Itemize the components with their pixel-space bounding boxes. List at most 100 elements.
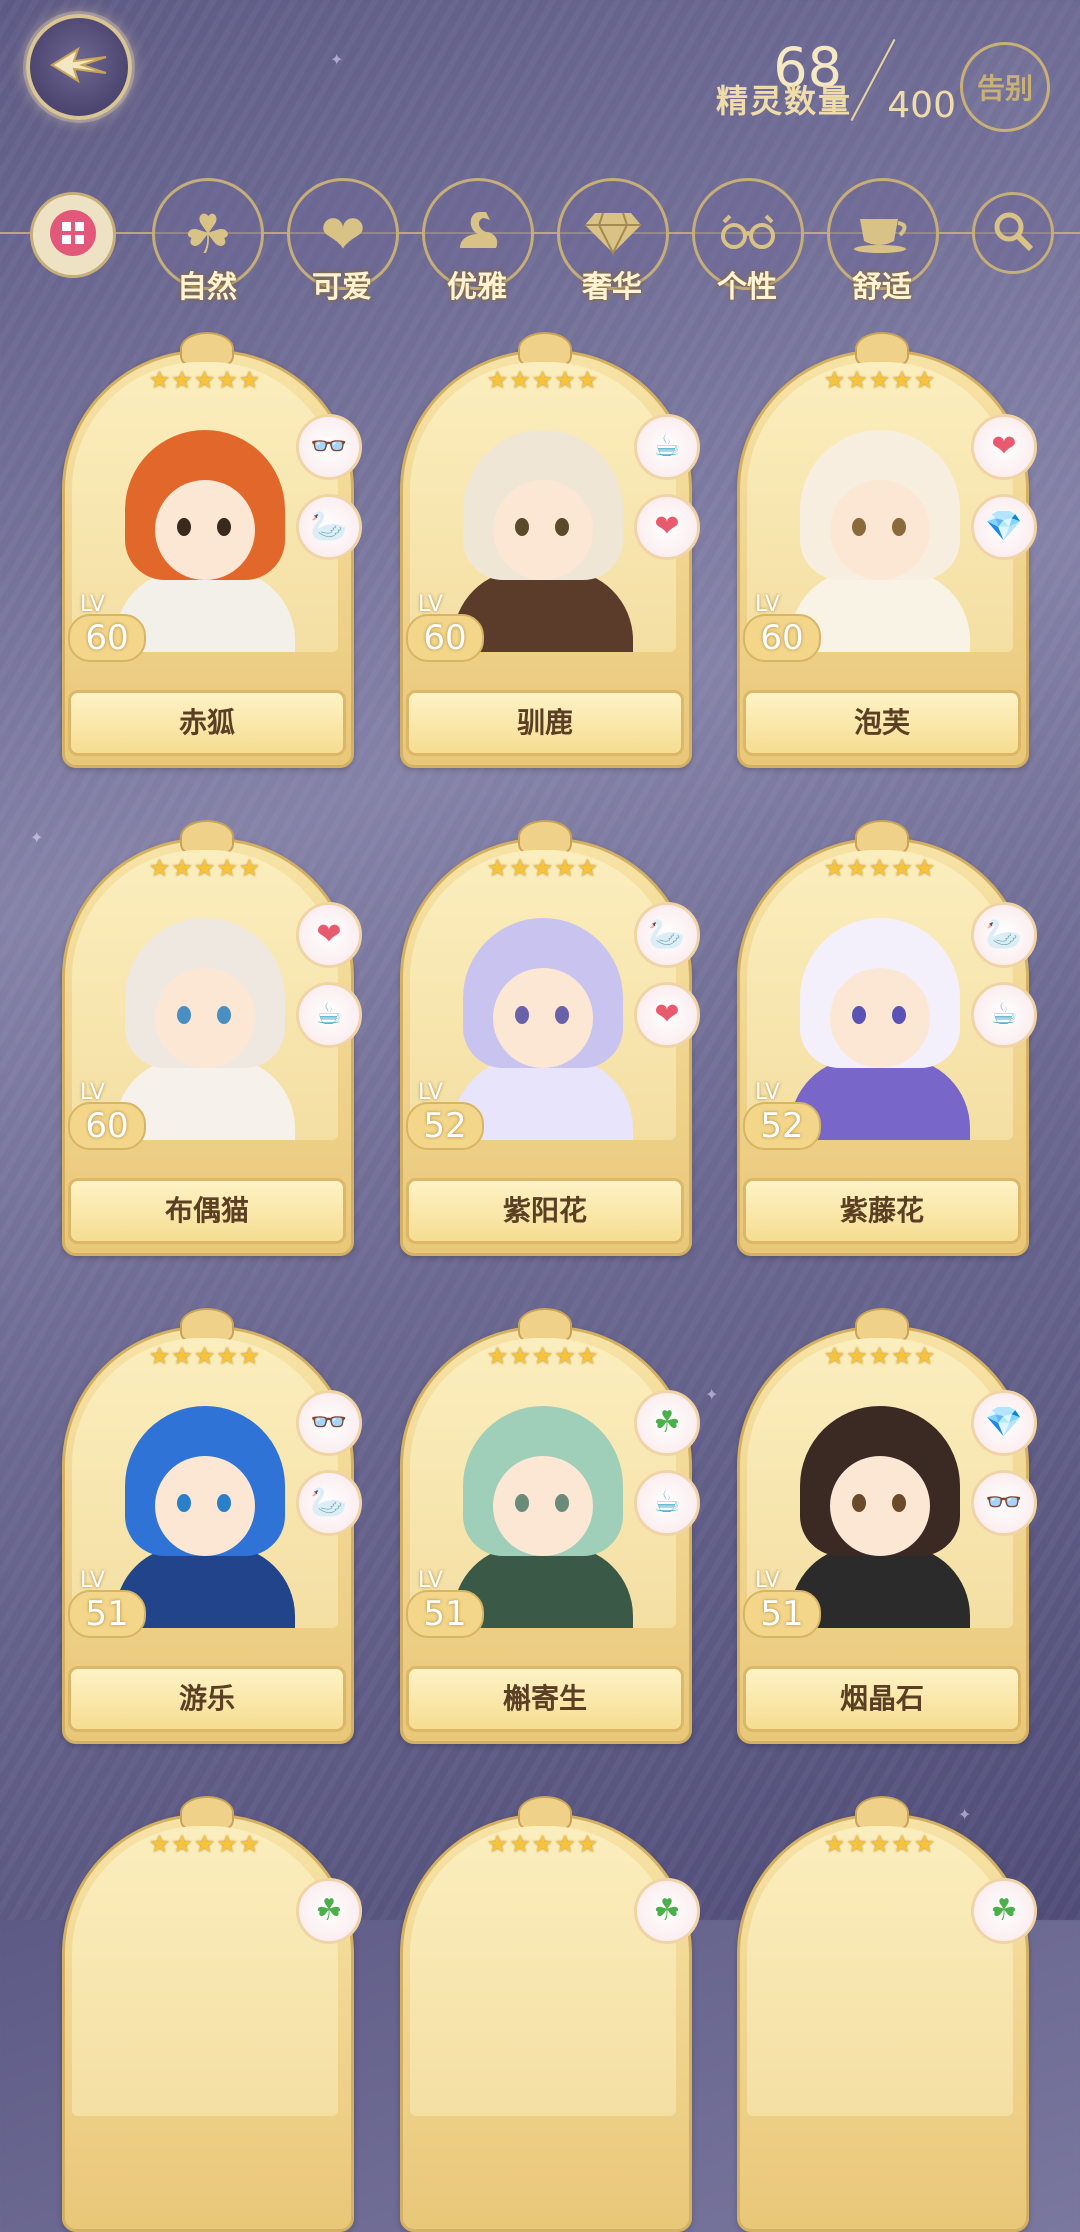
trait-badges: ☘ bbox=[296, 1878, 362, 1958]
character-face bbox=[830, 480, 930, 580]
farewell-label: 告别 bbox=[976, 72, 1033, 105]
spirit-card[interactable]: ★★★★★ ☕ ❤ LV 60 驯鹿 bbox=[400, 332, 700, 768]
character-face bbox=[493, 480, 593, 580]
star-rating: ★★★★★ bbox=[823, 1342, 937, 1370]
filter-nature-button[interactable]: ☘ 自然 bbox=[152, 178, 264, 305]
filter-comfort-button[interactable]: 舒适 bbox=[827, 178, 939, 305]
card-crest bbox=[518, 1308, 572, 1342]
level-value: 51 bbox=[68, 1590, 146, 1638]
clover-icon: ☘ bbox=[296, 1878, 362, 1944]
glasses-icon: 👓 bbox=[296, 414, 362, 480]
spirit-card[interactable]: ★★★★★ ☘ bbox=[737, 1796, 1037, 2232]
character-illustration bbox=[443, 1386, 643, 1628]
back-arrow-icon bbox=[48, 45, 110, 89]
spirit-card[interactable]: ★★★★★ ☘ bbox=[400, 1796, 700, 2232]
spirit-card[interactable]: ★★★★★ ☘ ☕ LV 51 槲寄生 bbox=[400, 1308, 700, 1744]
sparkle-decoration: ✦ bbox=[705, 1385, 719, 1404]
level-value: 60 bbox=[68, 614, 146, 662]
character-eye bbox=[515, 518, 529, 536]
spirit-card[interactable]: ★★★★★ ❤ ☕ LV 60 布偶猫 bbox=[62, 820, 362, 1256]
back-button[interactable] bbox=[26, 14, 132, 120]
star-rating: ★★★★★ bbox=[148, 854, 262, 882]
spirit-card[interactable]: ★★★★★ 👓 🦢 LV 60 赤狐 bbox=[62, 332, 362, 768]
filter-all-button[interactable] bbox=[18, 178, 128, 288]
filter-label: 舒适 bbox=[852, 270, 912, 305]
clover-icon: ☘ bbox=[634, 1390, 700, 1456]
spirit-portrait bbox=[72, 1826, 338, 2116]
trait-badges: ❤ 💎 bbox=[971, 414, 1037, 574]
star-rating: ★★★★★ bbox=[823, 1830, 937, 1858]
filter-label: 优雅 bbox=[447, 270, 507, 305]
level-value: 60 bbox=[68, 1102, 146, 1150]
character-face bbox=[155, 968, 255, 1068]
character-eye bbox=[555, 518, 569, 536]
character-eye bbox=[177, 1494, 191, 1512]
swan-icon: 🦢 bbox=[634, 902, 700, 968]
spirit-name: 布偶猫 bbox=[68, 1178, 346, 1244]
trait-badges: ☕ ❤ bbox=[634, 414, 700, 574]
filter-cute-button[interactable]: ❤ 可爱 bbox=[287, 178, 399, 305]
farewell-button[interactable]: 告别 bbox=[960, 42, 1050, 132]
character-eye bbox=[555, 1494, 569, 1512]
teacup-icon: ☕ bbox=[971, 982, 1037, 1048]
level-value: 51 bbox=[743, 1590, 821, 1638]
sparkle-decoration: ✦ bbox=[330, 50, 344, 69]
filter-label: 可爱 bbox=[312, 270, 372, 305]
heart-icon: ❤ bbox=[971, 414, 1037, 480]
character-illustration bbox=[780, 898, 980, 1140]
trait-badges: 🦢 ☕ bbox=[971, 902, 1037, 1062]
character-eye bbox=[217, 1494, 231, 1512]
glasses-icon bbox=[718, 212, 778, 256]
search-icon bbox=[991, 209, 1035, 257]
star-rating: ★★★★★ bbox=[148, 1342, 262, 1370]
swan-icon: 🦢 bbox=[971, 902, 1037, 968]
teacup-icon: ☕ bbox=[634, 1470, 700, 1536]
spirit-card[interactable]: ★★★★★ 💎 👓 LV 51 烟晶石 bbox=[737, 1308, 1037, 1744]
character-eye bbox=[177, 518, 191, 536]
spirit-card[interactable]: ★★★★★ ❤ 💎 LV 60 泡芙 bbox=[737, 332, 1037, 768]
diamond-icon: 💎 bbox=[971, 494, 1037, 560]
character-eye bbox=[515, 1006, 529, 1024]
trait-badges: 👓 🦢 bbox=[296, 414, 362, 574]
card-crest bbox=[518, 1796, 572, 1830]
star-rating: ★★★★★ bbox=[148, 1830, 262, 1858]
spirit-name: 驯鹿 bbox=[406, 690, 684, 756]
filter-label: 奢华 bbox=[582, 270, 642, 305]
filter-elegant-button[interactable]: 优雅 bbox=[422, 178, 534, 305]
heart-icon: ❤ bbox=[320, 202, 366, 266]
spirit-name: 赤狐 bbox=[68, 690, 346, 756]
search-button[interactable] bbox=[962, 178, 1072, 288]
spirit-name: 烟晶石 bbox=[743, 1666, 1021, 1732]
filter-luxury-button[interactable]: 奢华 bbox=[557, 178, 669, 305]
spirit-card[interactable]: ★★★★★ ☘ bbox=[62, 1796, 362, 2232]
spirit-portrait bbox=[747, 1826, 1013, 2116]
clover-icon: ☘ bbox=[971, 1878, 1037, 1944]
spirit-card[interactable]: ★★★★★ 👓 🦢 LV 51 游乐 bbox=[62, 1308, 362, 1744]
card-crest bbox=[180, 1308, 234, 1342]
character-illustration bbox=[105, 898, 305, 1140]
spirit-count-max: 400 bbox=[887, 85, 956, 126]
character-illustration bbox=[780, 1386, 980, 1628]
character-illustration bbox=[443, 410, 643, 652]
trait-badges: 🦢 ❤ bbox=[634, 902, 700, 1062]
character-face bbox=[493, 968, 593, 1068]
diamond-icon bbox=[583, 207, 643, 261]
character-eye bbox=[892, 1494, 906, 1512]
star-rating: ★★★★★ bbox=[823, 854, 937, 882]
spirit-name: 游乐 bbox=[68, 1666, 346, 1732]
trait-badges: ☘ bbox=[971, 1878, 1037, 1958]
filter-personality-button[interactable]: 个性 bbox=[692, 178, 804, 305]
card-crest bbox=[855, 820, 909, 854]
spirit-card[interactable]: ★★★★★ 🦢 ❤ LV 52 紫阳花 bbox=[400, 820, 700, 1256]
spirit-card[interactable]: ★★★★★ 🦢 ☕ LV 52 紫藤花 bbox=[737, 820, 1037, 1256]
clover-icon: ☘ bbox=[634, 1878, 700, 1944]
heart-icon: ❤ bbox=[634, 982, 700, 1048]
level-value: 52 bbox=[406, 1102, 484, 1150]
level-value: 60 bbox=[743, 614, 821, 662]
spirit-name: 紫藤花 bbox=[743, 1178, 1021, 1244]
heart-icon: ❤ bbox=[634, 494, 700, 560]
swan-icon bbox=[450, 204, 506, 264]
character-face bbox=[830, 968, 930, 1068]
character-face bbox=[155, 1456, 255, 1556]
swan-icon: 🦢 bbox=[296, 494, 362, 560]
